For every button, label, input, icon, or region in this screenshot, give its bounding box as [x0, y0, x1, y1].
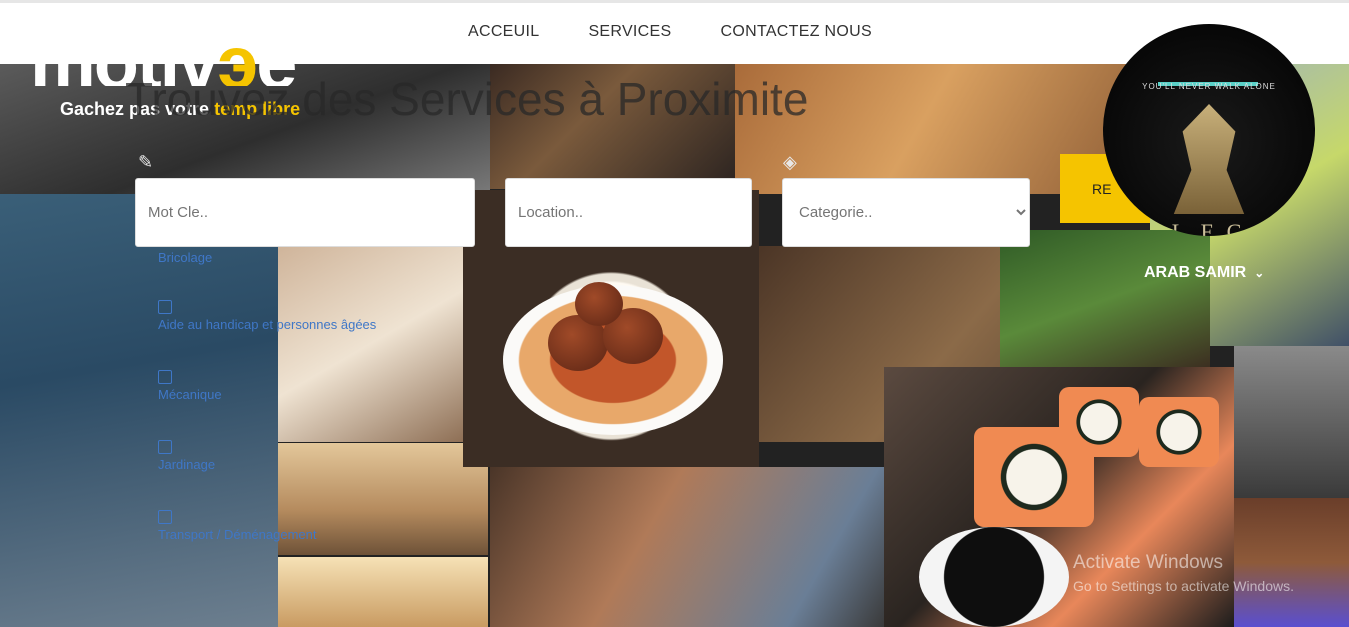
location-input[interactable] — [505, 178, 752, 247]
keyword-input[interactable] — [135, 178, 475, 247]
truck-icon — [158, 510, 172, 524]
category-label: Jardinage — [158, 457, 216, 472]
windows-activation-watermark: Activate Windows Go to Settings to activ… — [1073, 552, 1349, 594]
category-label: Transport / Déménagement — [158, 527, 317, 542]
watermark-subtitle: Go to Settings to activate Windows. — [1073, 578, 1294, 594]
category-link-bricolage[interactable]: Bricolage — [158, 250, 212, 265]
sushi-roll — [1139, 397, 1219, 467]
category-label: Bricolage — [158, 250, 213, 265]
category-link-jardinage[interactable]: Jardinage — [158, 440, 215, 472]
user-menu[interactable]: ARAB SAMIR ⌄ — [1144, 264, 1264, 282]
hero-title: Trouvez des Services à Proximite — [125, 73, 809, 125]
nav-item-contact[interactable]: CONTACTEZ NOUS — [720, 23, 871, 41]
main-nav: ACCEUIL SERVICES CONTACTEZ NOUS — [468, 23, 872, 41]
user-avatar[interactable]: YOU'LL NEVER WALK ALONE L.F.C — [1103, 24, 1315, 236]
collage-alley-image — [278, 557, 488, 627]
collage-singers-image — [0, 194, 278, 627]
watermark-title: Activate Windows — [1073, 552, 1223, 573]
crest-gate-icon — [1158, 42, 1258, 86]
category-link-handicap[interactable]: Aide au handicap et personnes âgées — [158, 300, 376, 332]
chevron-down-icon: ⌄ — [1254, 266, 1265, 280]
leaf-icon — [158, 440, 172, 454]
liverbird-icon — [1173, 104, 1245, 214]
pencil-icon: ✎ — [138, 152, 154, 172]
category-label: Mécanique — [158, 387, 222, 402]
user-name: ARAB SAMIR — [1144, 264, 1247, 281]
category-select[interactable]: Categorie.. — [782, 178, 1030, 247]
collage-coffee-image — [278, 246, 463, 442]
category-label: Aide au handicap et personnes âgées — [158, 317, 377, 332]
soy-sauce-bowl — [919, 527, 1069, 627]
nav-item-services[interactable]: SERVICES — [588, 23, 671, 41]
layers-icon: ◈ — [783, 152, 797, 172]
category-link-mecanique[interactable]: Mécanique — [158, 370, 222, 402]
avatar-motto: YOU'LL NEVER WALK ALONE — [1142, 82, 1276, 91]
category-link-transport[interactable]: Transport / Déménagement — [158, 510, 316, 542]
collage-couple-image — [490, 467, 884, 627]
accessibility-icon — [158, 300, 172, 314]
wrench-icon — [158, 370, 172, 384]
collage-plant-image — [1000, 230, 1210, 370]
collage-man-image — [1234, 346, 1349, 498]
sushi-roll — [1059, 387, 1139, 457]
meatball — [575, 282, 623, 326]
nav-item-accueil[interactable]: ACCEUIL — [468, 23, 539, 41]
avatar-club-initials: L.F.C — [1171, 219, 1247, 236]
